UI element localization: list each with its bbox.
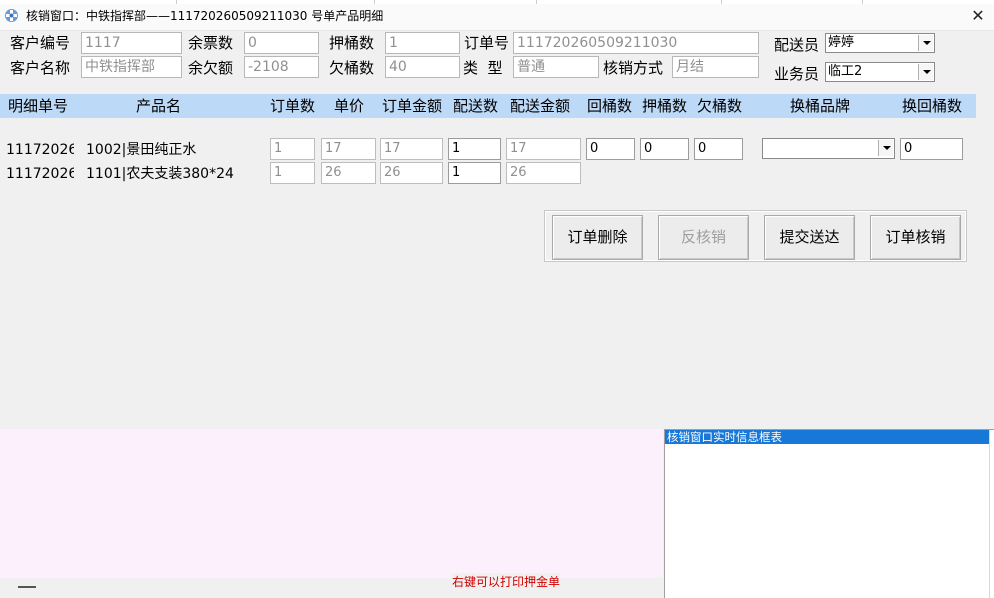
settle-method-label: 核销方式 [603, 59, 664, 77]
column-header: 单价 [334, 97, 365, 115]
tab-divider [536, 0, 537, 4]
row-product: 1101|农夫支装380*24 [86, 166, 234, 182]
print-hint: 右键可以打印押金单 [452, 573, 561, 590]
order-no-label: 订单号 [464, 34, 510, 52]
row-deposit-buckets[interactable]: 0 [640, 138, 689, 160]
row-detail-no: 11172026( [6, 142, 74, 158]
settle-method-field[interactable]: 月结 [672, 56, 759, 78]
row-price[interactable]: 26 [321, 162, 376, 184]
ticket-balance-field[interactable]: 0 [244, 32, 319, 54]
close-icon[interactable]: ✕ [966, 4, 990, 28]
salesman-label: 业务员 [774, 65, 820, 83]
window-title: 核销窗口：中铁指挥部——111720260509211030 号单产品明细 [26, 9, 384, 23]
owed-amount-label: 余欠额 [188, 59, 234, 77]
column-header: 配送金额 [510, 97, 571, 115]
tab-divider [862, 0, 863, 4]
owed-buckets-label: 欠桶数 [329, 59, 375, 77]
owed-buckets-field[interactable]: 40 [385, 56, 460, 78]
salesman-value: 临工2 [828, 64, 863, 79]
tab-divider [721, 0, 722, 4]
row-order-qty[interactable]: 1 [270, 162, 315, 184]
customer-no-field[interactable]: 1117 [81, 32, 182, 54]
row-price[interactable]: 17 [321, 138, 376, 160]
row-delivery-qty[interactable]: 1 [448, 138, 501, 160]
row-order-amount[interactable]: 26 [380, 162, 443, 184]
app-icon [5, 9, 18, 22]
dash-icon [18, 586, 36, 588]
unsettle-button[interactable]: 反核销 [658, 215, 749, 260]
submit-delivery-button[interactable]: 提交送达 [764, 215, 855, 260]
row-order-amount[interactable]: 17 [380, 138, 443, 160]
chevron-down-icon[interactable] [918, 64, 933, 80]
deliverer-value: 婷婷 [828, 35, 855, 50]
info-list-title[interactable]: 核销窗口实时信息框表 [665, 430, 989, 444]
column-header: 订单数 [270, 97, 316, 115]
owed-amount-field[interactable]: -2108 [244, 56, 319, 78]
customer-no-label: 客户编号 [10, 34, 71, 52]
column-header: 订单金额 [382, 97, 443, 115]
deposit-buckets-field[interactable]: 1 [385, 32, 460, 54]
tab-divider [176, 0, 177, 4]
info-scrollbar[interactable] [989, 430, 994, 598]
settle-order-button[interactable]: 订单核销 [870, 215, 961, 260]
row-return-buckets[interactable]: 0 [586, 138, 635, 160]
tab-divider [374, 0, 375, 4]
row-swap-return[interactable]: 0 [900, 138, 963, 160]
column-header: 产品名 [136, 97, 182, 115]
column-header: 换回桶数 [902, 97, 963, 115]
top-strip [0, 0, 994, 4]
column-header: 押桶数 [642, 97, 688, 115]
order-no-field[interactable]: 111720260509211030 [513, 32, 759, 54]
row-delivery-amount[interactable]: 17 [506, 138, 581, 160]
customer-name-label: 客户名称 [10, 59, 71, 77]
deliverer-label: 配送员 [774, 36, 820, 54]
chevron-down-icon[interactable] [918, 35, 933, 51]
customer-name-field[interactable]: 中铁指挥部 [81, 56, 182, 78]
row-delivery-qty[interactable]: 1 [448, 162, 501, 184]
swap-brand-select[interactable] [762, 138, 895, 159]
row-delivery-amount[interactable]: 26 [506, 162, 581, 184]
status-strip [0, 578, 663, 598]
deliverer-select[interactable]: 婷婷 [825, 33, 935, 53]
delete-order-button[interactable]: 订单删除 [552, 215, 643, 260]
row-owed-buckets[interactable]: 0 [694, 138, 743, 160]
salesman-select[interactable]: 临工2 [825, 62, 935, 82]
column-header: 换桶品牌 [790, 97, 851, 115]
column-header: 明细单号 [8, 97, 69, 115]
type-label: 类 型 [463, 59, 503, 77]
row-detail-no: 11172026( [6, 166, 74, 182]
info-list[interactable] [664, 429, 994, 598]
deposit-buckets-label: 押桶数 [329, 34, 375, 52]
row-product: 1002|景田纯正水 [86, 142, 197, 158]
type-field[interactable]: 普通 [513, 56, 599, 78]
ticket-balance-label: 余票数 [188, 34, 234, 52]
chevron-down-icon[interactable] [878, 140, 893, 156]
column-header: 配送数 [453, 97, 499, 115]
print-area[interactable] [0, 429, 663, 598]
column-header: 欠桶数 [697, 97, 743, 115]
column-header: 回桶数 [587, 97, 633, 115]
row-order-qty[interactable]: 1 [270, 138, 315, 160]
